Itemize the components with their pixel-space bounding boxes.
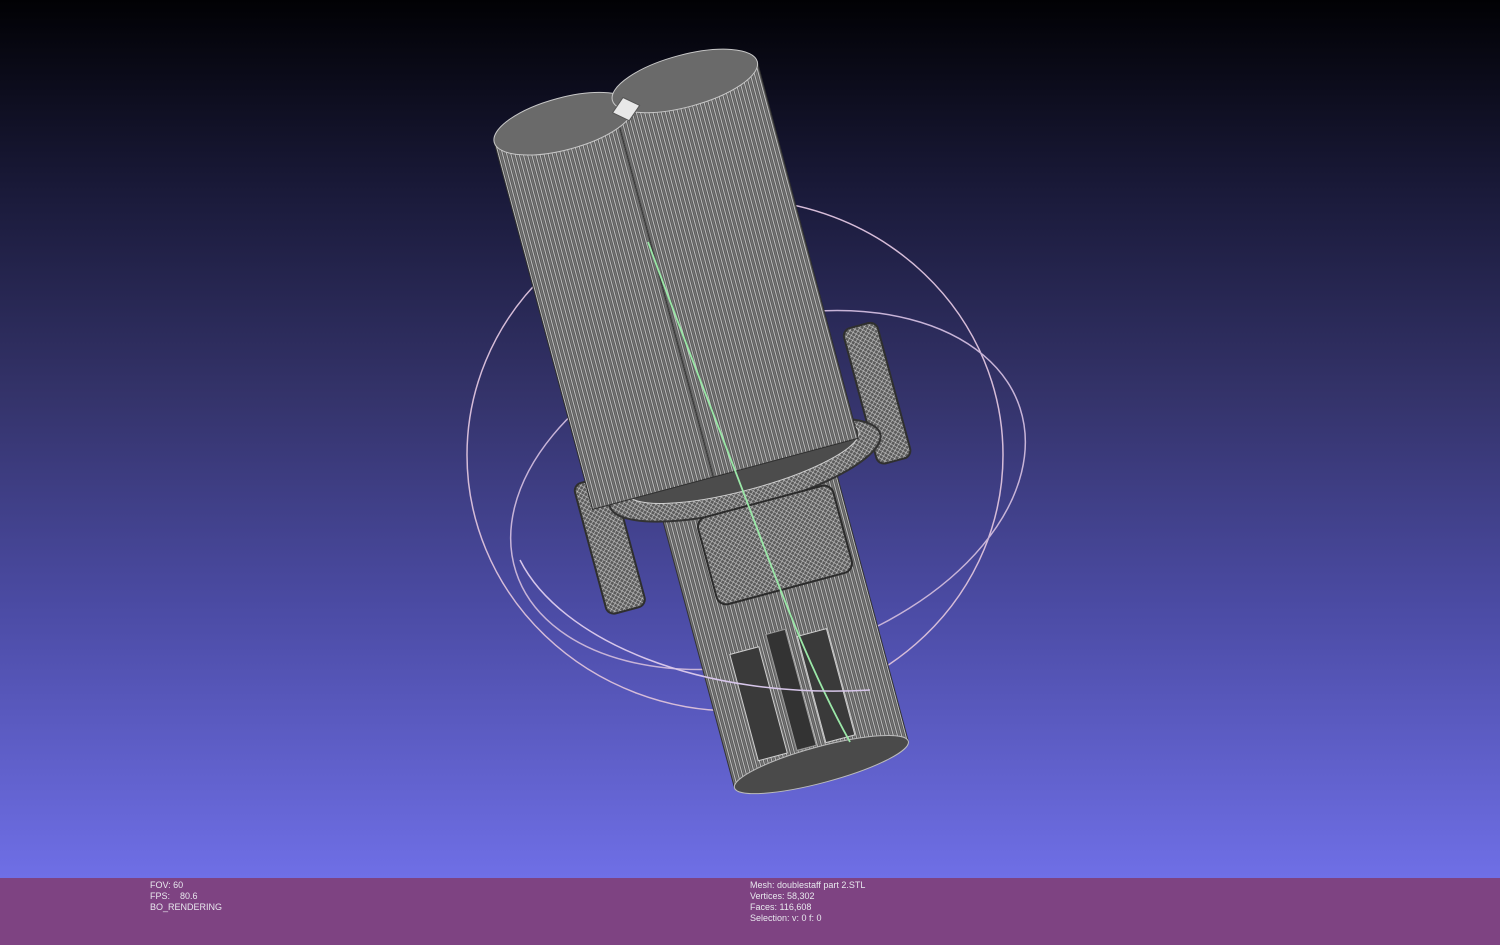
render-mode: BO_RENDERING	[150, 902, 223, 912]
upper-cylinders	[493, 48, 859, 511]
fov-readout: FOV: 60	[150, 880, 184, 890]
mesh-name: Mesh: doublestaff part 2.STL	[750, 880, 866, 890]
face-count: Faces: 116,608	[750, 902, 812, 912]
3d-viewport[interactable]	[0, 0, 1500, 878]
mesh-scene[interactable]	[0, 0, 1500, 878]
vertex-count: Vertices: 58,302	[750, 891, 815, 901]
mesh-info: Mesh: doublestaff part 2.STL Vertices: 5…	[750, 880, 865, 924]
fps-readout: FPS: 80.6	[150, 891, 198, 901]
status-bar: FOV: 60 FPS: 80.6 BO_RENDERING Mesh: dou…	[0, 878, 1500, 945]
selection-info: Selection: v: 0 f: 0	[750, 913, 822, 923]
render-info: FOV: 60 FPS: 80.6 BO_RENDERING	[150, 880, 222, 913]
